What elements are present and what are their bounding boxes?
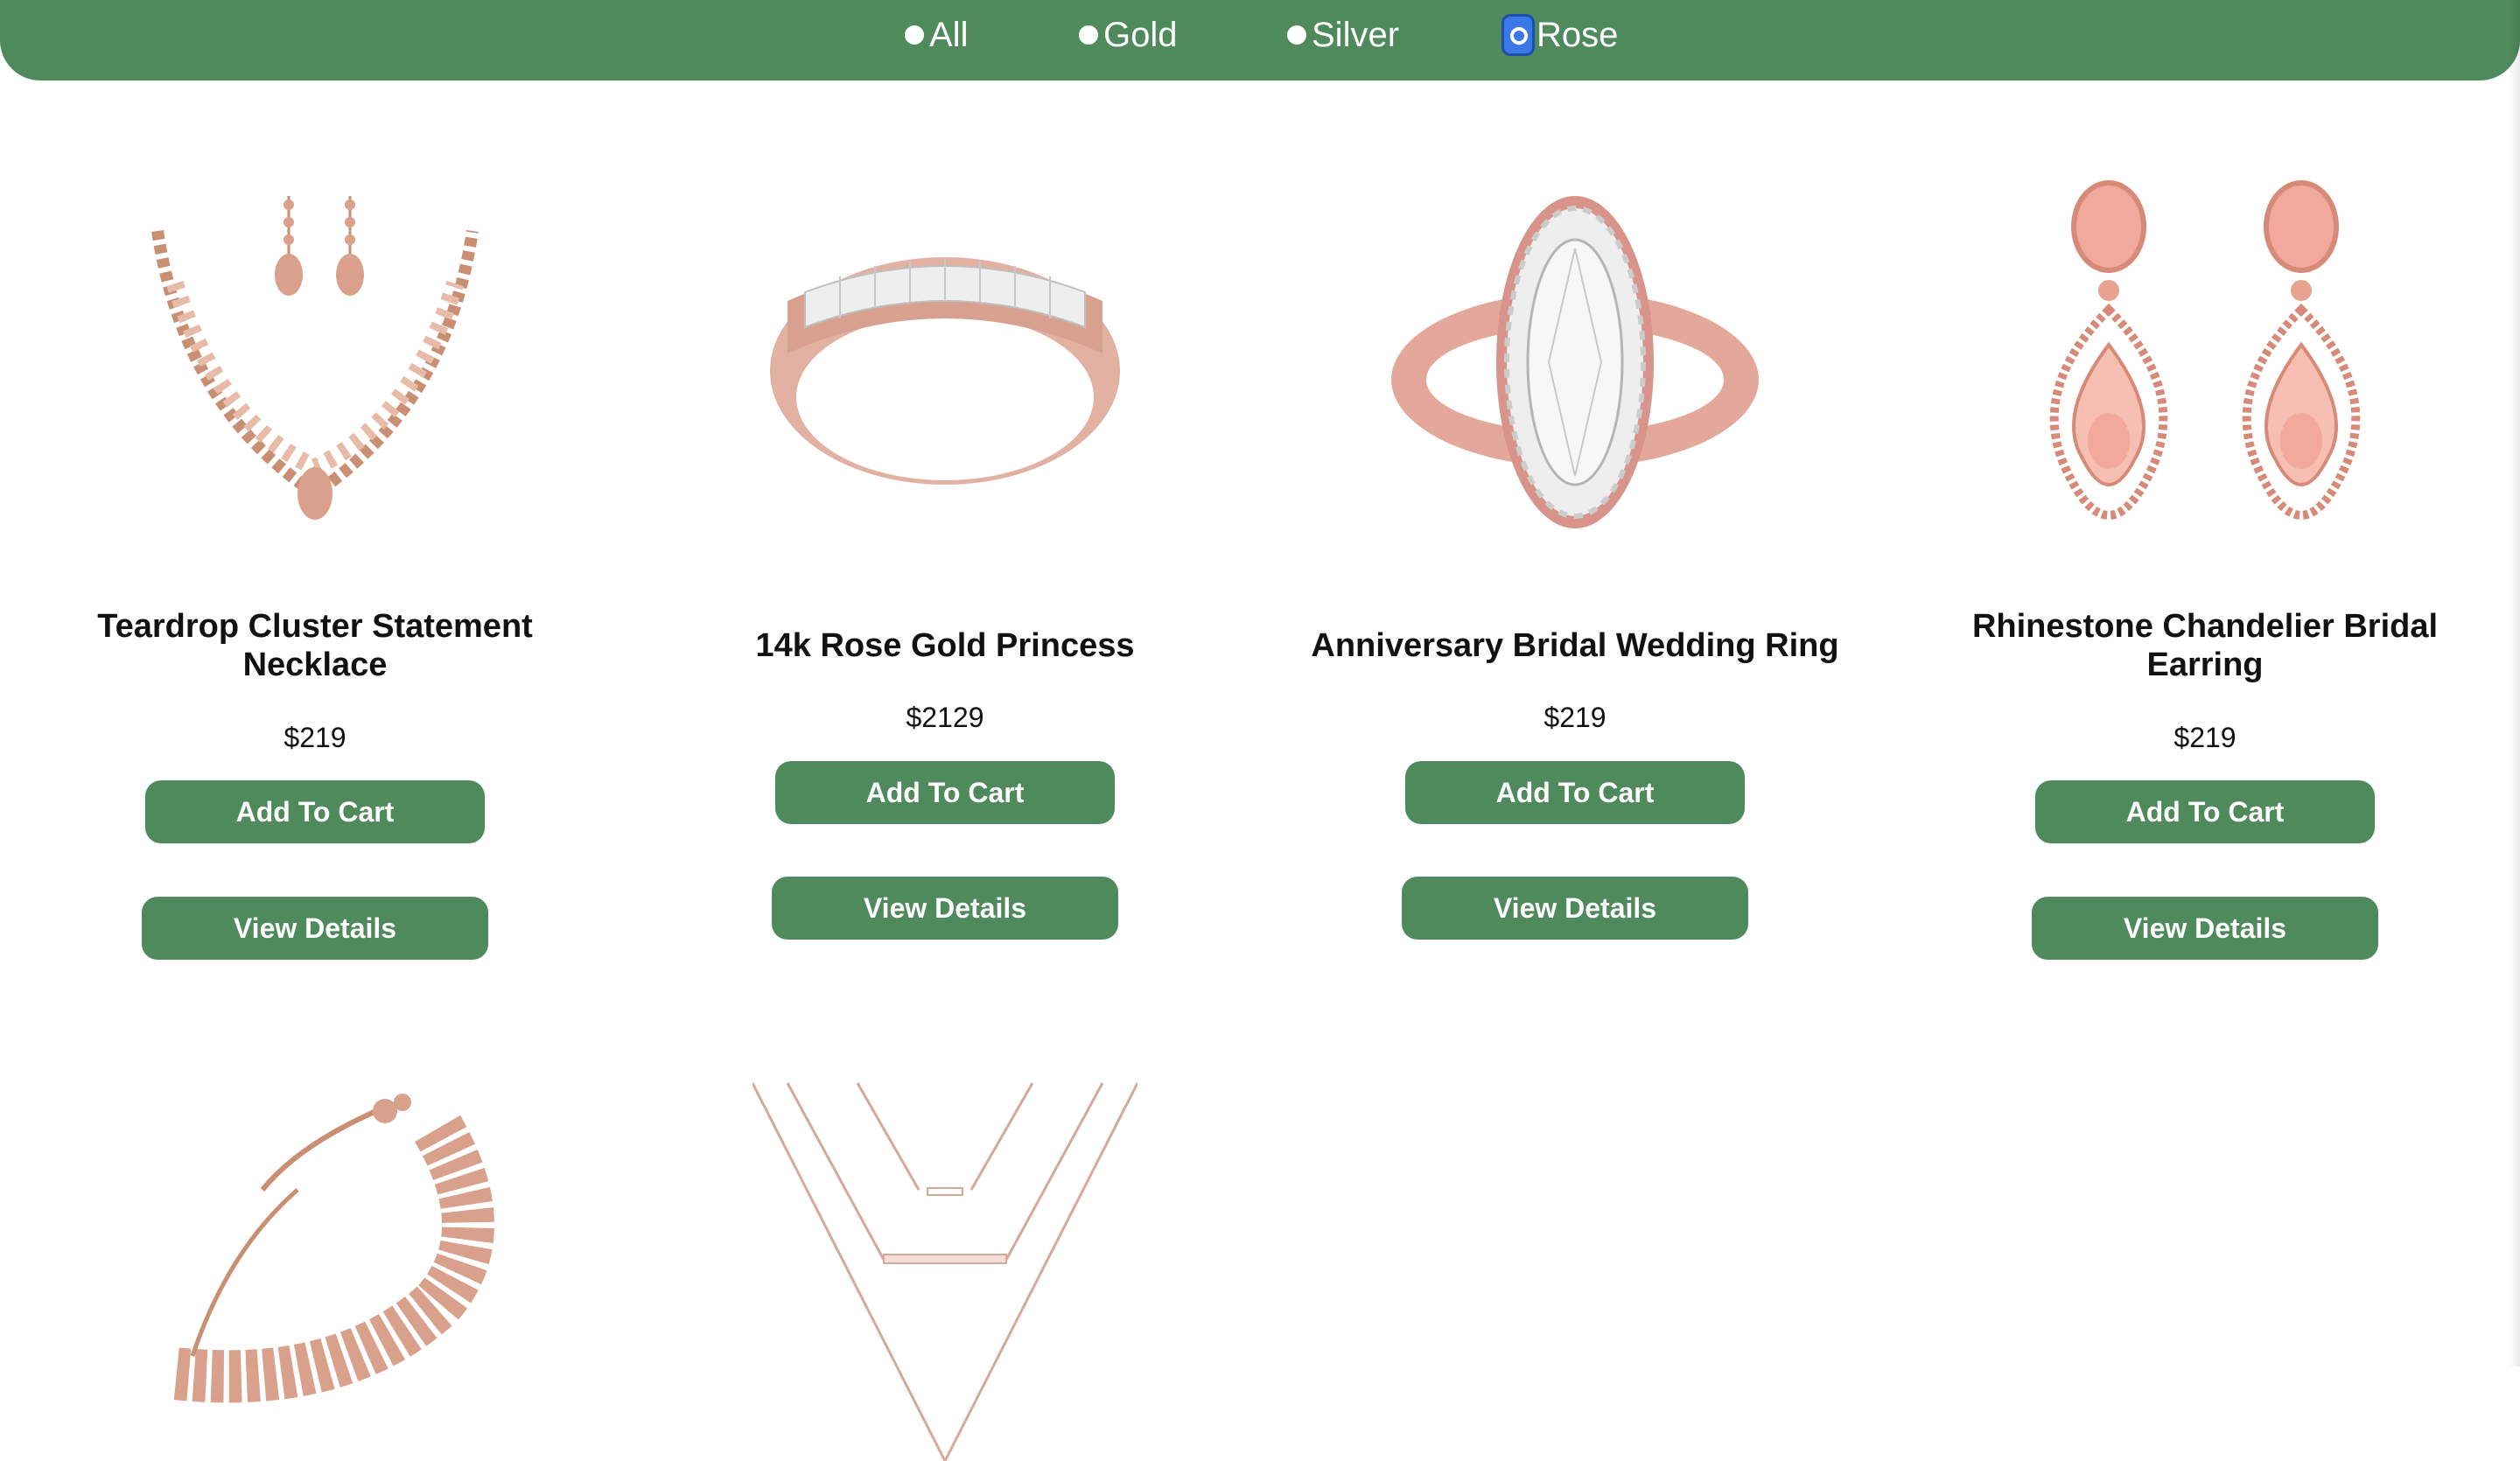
product-title: 14k Rose Gold Princess: [755, 627, 1135, 664]
filter-option-gold[interactable]: Gold: [1079, 0, 1178, 70]
ring-image: [1391, 196, 1759, 528]
filter-label: Silver: [1312, 15, 1400, 54]
layered-necklace-image: [752, 1082, 1138, 1461]
product-price: $219: [1544, 702, 1606, 733]
filter-option-rose[interactable]: Rose: [1502, 0, 1618, 70]
bracelet-image: [172, 1094, 494, 1403]
add-to-cart-button[interactable]: Add To Cart: [2035, 780, 2375, 843]
product-price: $2129: [906, 702, 984, 733]
ring-image: [770, 257, 1120, 485]
add-to-cart-button[interactable]: Add To Cart: [775, 761, 1115, 824]
filter-option-all[interactable]: All: [905, 0, 968, 70]
filter-label: All: [929, 15, 969, 54]
product-title: Teardrop Cluster Statement Necklace: [97, 608, 533, 683]
scrollbar-edge: [2508, 0, 2520, 1367]
necklace-image: [151, 196, 479, 520]
radio-button-icon[interactable]: [1287, 25, 1306, 45]
product-title: Anniversary Bridal Wedding Ring: [1311, 627, 1839, 664]
add-to-cart-button[interactable]: Add To Cart: [1405, 761, 1745, 824]
view-details-button[interactable]: View Details: [772, 877, 1118, 940]
filter-bar: All Gold Silver Rose: [0, 0, 2520, 80]
filter-label: Gold: [1103, 15, 1178, 54]
earrings-image: [2049, 180, 2361, 520]
add-to-cart-button[interactable]: Add To Cart: [145, 780, 485, 843]
view-details-button[interactable]: View Details: [142, 897, 488, 960]
radio-button-selected-icon[interactable]: [1502, 14, 1535, 56]
radio-button-icon[interactable]: [1079, 25, 1098, 45]
filter-label: Rose: [1536, 15, 1619, 54]
radio-button-icon[interactable]: [905, 25, 924, 45]
product-price: $219: [2174, 722, 2236, 753]
view-details-button[interactable]: View Details: [1402, 877, 1748, 940]
view-details-button[interactable]: View Details: [2032, 897, 2378, 960]
filter-option-silver[interactable]: Silver: [1287, 0, 1399, 70]
product-price: $219: [284, 722, 346, 753]
product-title: Rhinestone Chandelier Bridal Earring: [1971, 608, 2439, 683]
